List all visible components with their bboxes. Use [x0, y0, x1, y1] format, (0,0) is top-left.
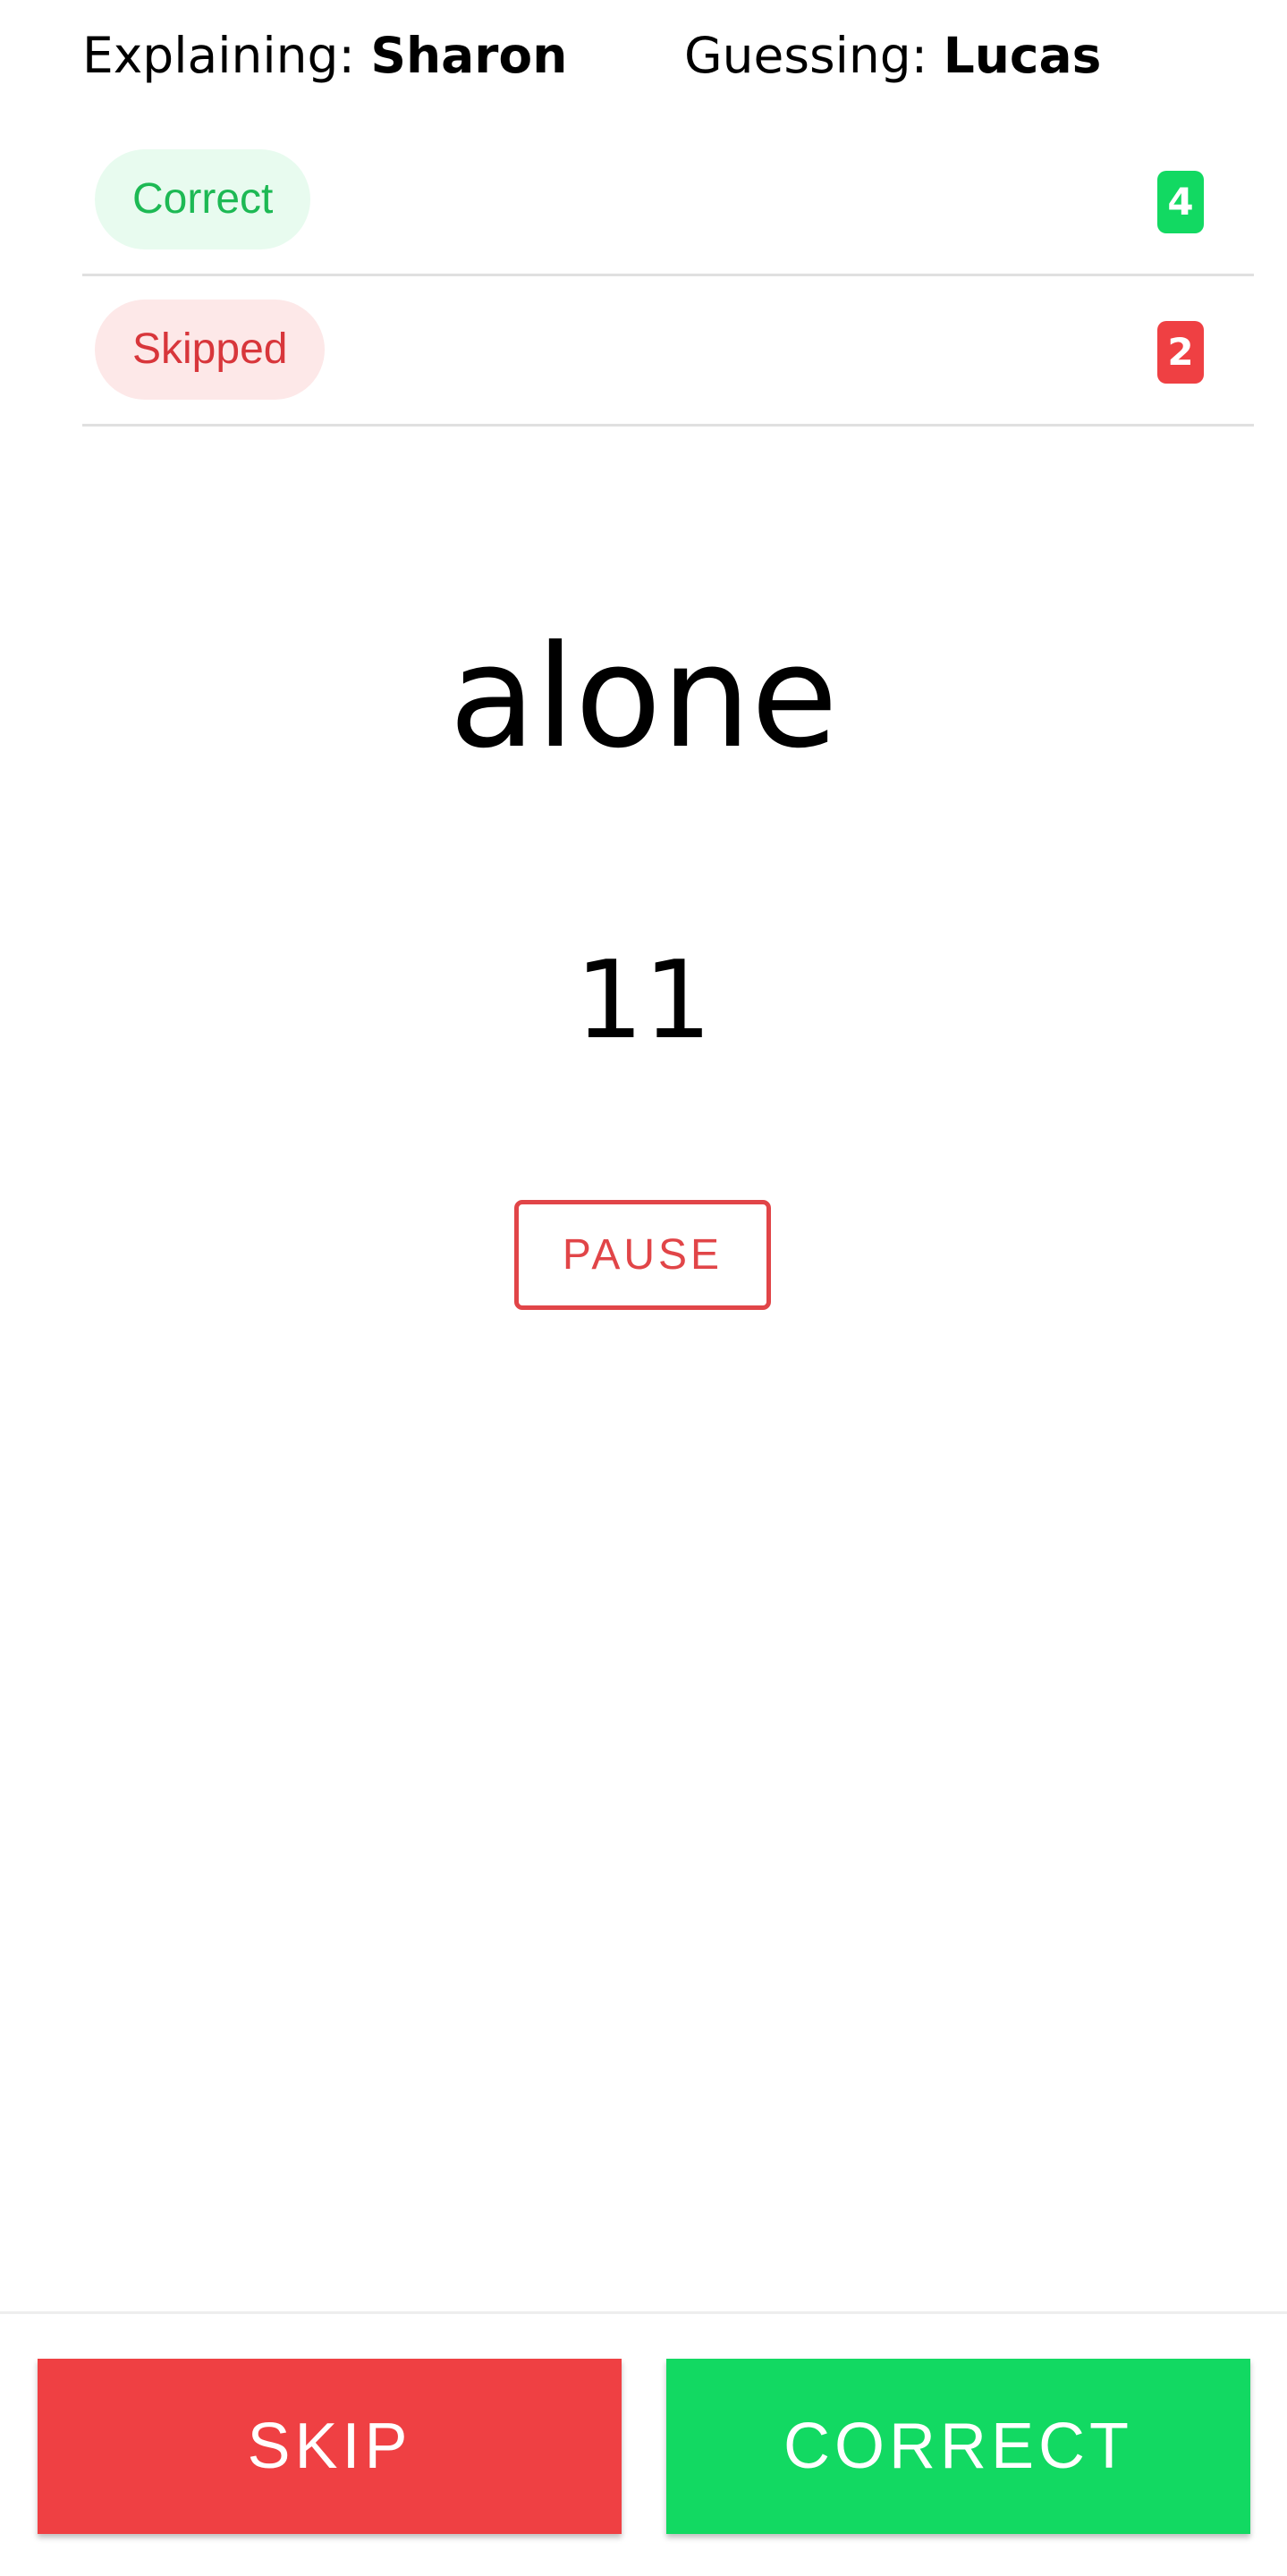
correct-count-badge: 4 — [1157, 171, 1204, 233]
countdown-timer: 11 — [575, 939, 712, 1063]
explaining-label: Explaining: — [82, 27, 355, 84]
guessing-player: Guessing: Lucas — [684, 27, 1101, 84]
correct-button[interactable]: CORRECT — [666, 2359, 1250, 2534]
game-screen: Explaining: Sharon Guessing: Lucas Corre… — [0, 0, 1287, 2576]
explaining-player: Explaining: Sharon — [82, 27, 567, 84]
players-header: Explaining: Sharon Guessing: Lucas — [82, 27, 1254, 98]
skipped-chip: Skipped — [95, 300, 326, 400]
correct-score-row: Correct 4 — [82, 123, 1254, 276]
explaining-name: Sharon — [370, 27, 568, 84]
guessing-label: Guessing: — [684, 27, 928, 84]
skipped-count-badge: 2 — [1157, 321, 1204, 384]
skip-button[interactable]: SKIP — [38, 2359, 622, 2534]
correct-chip: Correct — [95, 149, 311, 249]
pause-button[interactable]: PAUSE — [514, 1200, 771, 1310]
action-bar: SKIP CORRECT — [0, 2311, 1287, 2576]
guessing-name: Lucas — [943, 27, 1102, 84]
skipped-score-row: Skipped 2 — [82, 274, 1254, 427]
current-word: alone — [449, 615, 838, 780]
